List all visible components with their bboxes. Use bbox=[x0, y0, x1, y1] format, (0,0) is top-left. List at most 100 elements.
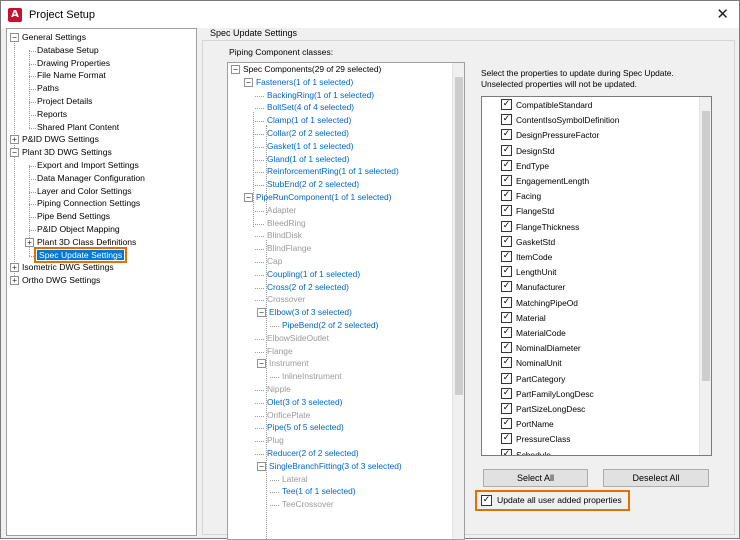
property-item[interactable]: ✓ Material bbox=[501, 311, 546, 325]
property-checkbox[interactable]: ✓ bbox=[501, 235, 512, 247]
close-icon[interactable]: ✕ bbox=[716, 5, 729, 23]
property-checkbox[interactable]: ✓ bbox=[501, 296, 512, 308]
component-class-item[interactable]: BoltSet(4 of 4 selected) bbox=[267, 101, 354, 114]
property-checkbox[interactable]: ✓ bbox=[501, 251, 512, 262]
property-item[interactable]: ✓ NominalDiameter bbox=[501, 341, 581, 355]
property-item[interactable]: ✓ EndType bbox=[501, 159, 549, 173]
property-checkbox[interactable]: ✓ bbox=[501, 357, 512, 369]
component-class-item[interactable]: Nipple bbox=[267, 383, 291, 396]
nav-item[interactable]: Project Details bbox=[37, 95, 92, 108]
deselect-all-button[interactable]: Deselect All bbox=[603, 469, 709, 487]
update-all-checkbox[interactable]: ✓ bbox=[481, 495, 492, 506]
component-class-item[interactable]: Cap bbox=[267, 255, 282, 268]
property-checkbox[interactable]: ✓ bbox=[501, 266, 512, 278]
component-class-item[interactable]: ReinforcementRing(1 of 1 selected) bbox=[267, 165, 399, 178]
nav-expander-icon[interactable]: + bbox=[25, 237, 34, 247]
component-class-item[interactable]: Elbow(3 of 3 selected) bbox=[269, 306, 352, 319]
component-class-item[interactable]: Tee(1 of 1 selected) bbox=[282, 485, 356, 498]
property-checkbox[interactable]: ✓ bbox=[501, 99, 512, 110]
component-class-tree[interactable]: − Spec Components(29 of 29 selected) − Fast… bbox=[227, 62, 465, 540]
component-class-item[interactable]: TeeCrossover bbox=[282, 498, 334, 511]
nav-expander-icon[interactable]: + bbox=[10, 263, 19, 273]
property-checkbox[interactable]: ✓ bbox=[501, 205, 512, 217]
settings-nav-tree[interactable]: − General Settings Database Setup Drawing P… bbox=[6, 28, 197, 536]
property-item[interactable]: ✓ CompatibleStandard bbox=[501, 98, 592, 112]
component-class-item[interactable]: Crossover bbox=[267, 293, 305, 306]
component-tree-scroll-thumb[interactable] bbox=[455, 77, 463, 395]
property-item[interactable]: ✓ EngagementLength bbox=[501, 174, 589, 188]
nav-item[interactable]: Database Setup bbox=[37, 44, 99, 57]
property-checkbox[interactable]: ✓ bbox=[501, 190, 512, 202]
nav-item[interactable]: Data Manager Configuration bbox=[37, 172, 145, 185]
property-list-scrollbar[interactable] bbox=[699, 97, 711, 455]
component-expander-icon[interactable]: − bbox=[257, 308, 266, 318]
component-class-item[interactable]: BleedRing bbox=[267, 217, 306, 230]
property-checkbox[interactable]: ✓ bbox=[501, 220, 512, 232]
nav-item[interactable]: Shared Plant Content bbox=[37, 121, 119, 134]
nav-item[interactable]: Export and Import Settings bbox=[37, 159, 139, 172]
component-class-item[interactable]: Olet(3 of 3 selected) bbox=[267, 396, 342, 409]
nav-item[interactable]: General Settings bbox=[22, 31, 86, 44]
component-class-item[interactable]: Spec Components(29 of 29 selected) bbox=[243, 63, 381, 76]
property-checkbox[interactable]: ✓ bbox=[501, 175, 512, 186]
component-class-item[interactable]: Fasteners(1 of 1 selected) bbox=[256, 76, 353, 89]
property-item[interactable]: ✓ DesignStd bbox=[501, 144, 555, 158]
property-checkbox[interactable]: ✓ bbox=[501, 342, 512, 354]
property-item[interactable]: ✓ ContentIsoSymbolDefinition bbox=[501, 113, 619, 127]
property-item[interactable]: ✓ NominalUnit bbox=[501, 356, 562, 370]
property-scroll-thumb[interactable] bbox=[702, 111, 710, 381]
component-class-item[interactable]: Clamp(1 of 1 selected) bbox=[267, 114, 351, 127]
component-class-item[interactable]: Adapter bbox=[267, 204, 296, 217]
nav-expander-icon[interactable]: + bbox=[10, 276, 19, 286]
nav-item[interactable]: Paths bbox=[37, 82, 59, 95]
component-class-item[interactable]: BlindDisk bbox=[267, 229, 302, 242]
component-class-item[interactable]: Gland(1 of 1 selected) bbox=[267, 153, 349, 166]
property-checklist[interactable]: ✓ CompatibleStandard ✓ ContentIsoSymbolDefi… bbox=[481, 96, 712, 456]
property-item[interactable]: ✓ MaterialCode bbox=[501, 326, 566, 340]
property-item[interactable]: ✓ FlangeThickness bbox=[501, 220, 579, 234]
component-expander-icon[interactable]: − bbox=[244, 77, 253, 87]
property-item[interactable]: ✓ GasketStd bbox=[501, 235, 555, 249]
property-item[interactable]: ✓ PartFamilyLongDesc bbox=[501, 387, 594, 401]
component-class-item[interactable]: BlindFlange bbox=[267, 242, 311, 255]
nav-expander-icon[interactable]: + bbox=[10, 135, 19, 145]
property-item[interactable]: ✓ DesignPressureFactor bbox=[501, 128, 599, 142]
nav-item[interactable]: Reports bbox=[37, 108, 67, 121]
component-expander-icon[interactable]: − bbox=[257, 359, 266, 369]
property-item[interactable]: ✓ MatchingPipeOd bbox=[501, 296, 578, 310]
nav-item[interactable]: Piping Connection Settings bbox=[37, 197, 140, 210]
property-checkbox[interactable]: ✓ bbox=[501, 129, 512, 141]
select-all-button[interactable]: Select All bbox=[483, 469, 588, 487]
property-checkbox[interactable]: ✓ bbox=[501, 327, 512, 338]
property-checkbox[interactable]: ✓ bbox=[501, 433, 512, 445]
component-class-item[interactable]: PipeRunComponent(1 of 1 selected) bbox=[256, 191, 391, 204]
component-class-item[interactable]: Reducer(2 of 2 selected) bbox=[267, 447, 359, 460]
property-checkbox[interactable]: ✓ bbox=[501, 281, 512, 293]
property-checkbox[interactable]: ✓ bbox=[501, 144, 512, 156]
property-item[interactable]: ✓ Facing bbox=[501, 189, 541, 203]
component-class-item[interactable]: InlineInstrument bbox=[282, 370, 342, 383]
component-class-item[interactable]: BackingRing(1 of 1 selected) bbox=[267, 89, 374, 102]
component-class-item[interactable]: ElbowSideOutlet bbox=[267, 332, 329, 345]
component-class-item[interactable]: Coupling(1 of 1 selected) bbox=[267, 268, 360, 281]
property-checkbox[interactable]: ✓ bbox=[501, 372, 512, 384]
property-item[interactable]: ✓ PartSizeLongDesc bbox=[501, 402, 585, 416]
nav-item[interactable]: Spec Update Settings bbox=[33, 246, 128, 263]
property-checkbox[interactable]: ✓ bbox=[501, 387, 512, 399]
component-expander-icon[interactable]: − bbox=[231, 65, 240, 74]
component-class-item[interactable]: Flange bbox=[267, 345, 293, 358]
nav-item[interactable]: File Name Format bbox=[37, 69, 106, 82]
property-checkbox[interactable]: ✓ bbox=[501, 311, 512, 323]
component-class-item[interactable]: StubEnd(2 of 2 selected) bbox=[267, 178, 359, 191]
nav-item[interactable]: P&ID Object Mapping bbox=[37, 223, 120, 236]
nav-expander-icon[interactable]: − bbox=[10, 148, 19, 158]
component-expander-icon[interactable]: − bbox=[257, 461, 266, 471]
property-checkbox[interactable]: ✓ bbox=[501, 114, 512, 126]
nav-item[interactable]: Layer and Color Settings bbox=[37, 185, 132, 198]
property-checkbox[interactable]: ✓ bbox=[501, 159, 512, 171]
nav-item[interactable]: Plant 3D Class Definitions bbox=[37, 236, 136, 249]
property-checkbox[interactable]: ✓ bbox=[501, 418, 512, 430]
property-item[interactable]: ✓ FlangeStd bbox=[501, 204, 554, 218]
component-class-item[interactable]: Pipe(5 of 5 selected) bbox=[267, 421, 344, 434]
property-checkbox[interactable]: ✓ bbox=[501, 448, 512, 455]
